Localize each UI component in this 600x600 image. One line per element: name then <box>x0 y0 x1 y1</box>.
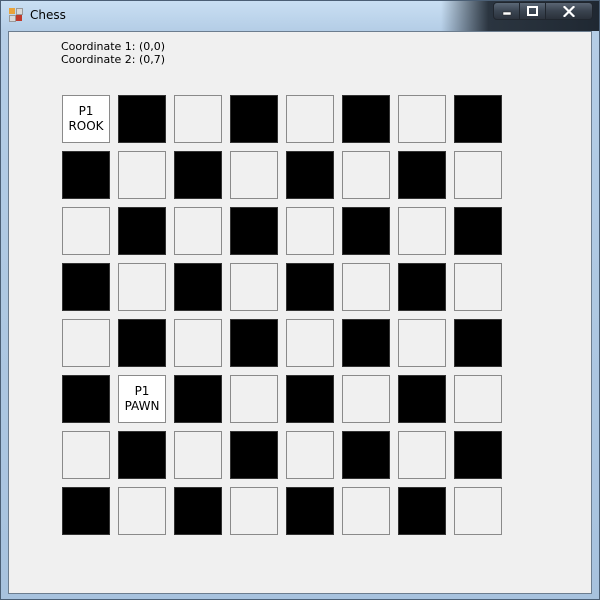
title-bar[interactable]: Chess <box>1 1 599 31</box>
board-square[interactable] <box>398 207 446 255</box>
board-square-piece[interactable]: P1 ROOK <box>62 95 110 143</box>
board-square[interactable] <box>118 431 166 479</box>
board-square[interactable] <box>286 207 334 255</box>
piece-name-label: PAWN <box>124 399 160 413</box>
board-square[interactable] <box>342 151 390 199</box>
board-square[interactable] <box>286 431 334 479</box>
board-square[interactable] <box>454 375 502 423</box>
board-square[interactable] <box>286 151 334 199</box>
window-title: Chess <box>30 8 66 22</box>
board-square[interactable] <box>454 95 502 143</box>
close-button[interactable] <box>546 2 593 20</box>
board-square[interactable] <box>174 319 222 367</box>
board-square[interactable] <box>230 207 278 255</box>
board-square[interactable] <box>454 263 502 311</box>
board-square[interactable] <box>118 263 166 311</box>
board-square[interactable] <box>286 319 334 367</box>
piece-player-label: P1 <box>78 104 94 118</box>
board-square[interactable] <box>342 319 390 367</box>
minimize-button[interactable] <box>493 2 520 20</box>
board-square[interactable] <box>174 487 222 535</box>
board-square[interactable] <box>286 375 334 423</box>
client-area: Coordinate 1: (0,0) Coordinate 2: (0,7) … <box>8 31 592 594</box>
board-square[interactable] <box>454 151 502 199</box>
board-square[interactable] <box>118 151 166 199</box>
board-square[interactable] <box>286 487 334 535</box>
board-square[interactable] <box>174 151 222 199</box>
board-square[interactable] <box>174 263 222 311</box>
board-square[interactable] <box>454 431 502 479</box>
board-square[interactable] <box>62 207 110 255</box>
board-square[interactable] <box>286 95 334 143</box>
board-square[interactable] <box>342 95 390 143</box>
board-square[interactable] <box>230 95 278 143</box>
board-square[interactable] <box>62 151 110 199</box>
board-square[interactable] <box>118 95 166 143</box>
minimize-icon <box>502 11 511 16</box>
board-square[interactable] <box>230 319 278 367</box>
board-square[interactable] <box>118 319 166 367</box>
board-square[interactable] <box>398 487 446 535</box>
coordinate-1-label: Coordinate 1: (0,0) <box>61 40 166 53</box>
board-square[interactable] <box>342 207 390 255</box>
board-square[interactable] <box>174 207 222 255</box>
board-square[interactable] <box>454 207 502 255</box>
board-square[interactable] <box>398 151 446 199</box>
chess-window: Chess Coordinate 1: (0,0) Coordinate 2: … <box>0 0 600 600</box>
board-square[interactable] <box>62 319 110 367</box>
caption-buttons <box>493 2 593 21</box>
board-square[interactable] <box>398 375 446 423</box>
board-square[interactable] <box>230 487 278 535</box>
board-square[interactable] <box>230 431 278 479</box>
app-window-icon <box>9 8 23 22</box>
board-square[interactable] <box>454 487 502 535</box>
board-square-piece[interactable]: P1 PAWN <box>118 375 166 423</box>
board-square[interactable] <box>174 431 222 479</box>
board-square[interactable] <box>342 487 390 535</box>
board-square[interactable] <box>118 207 166 255</box>
board-square[interactable] <box>62 431 110 479</box>
board-square[interactable] <box>342 431 390 479</box>
board-square[interactable] <box>398 319 446 367</box>
close-icon <box>563 5 575 17</box>
board-square[interactable] <box>230 375 278 423</box>
board-square[interactable] <box>398 95 446 143</box>
board-square[interactable] <box>62 263 110 311</box>
board-square[interactable] <box>230 263 278 311</box>
piece-player-label: P1 <box>134 384 150 398</box>
maximize-button[interactable] <box>520 2 546 20</box>
piece-name-label: ROOK <box>68 119 104 133</box>
board-square[interactable] <box>118 487 166 535</box>
board-square[interactable] <box>342 375 390 423</box>
coordinate-2-label: Coordinate 2: (0,7) <box>61 53 166 66</box>
board-square[interactable] <box>174 375 222 423</box>
coordinates-panel: Coordinate 1: (0,0) Coordinate 2: (0,7) <box>61 40 165 66</box>
board-square[interactable] <box>342 263 390 311</box>
maximize-icon <box>527 6 538 16</box>
board-square[interactable] <box>286 263 334 311</box>
board-square[interactable] <box>230 151 278 199</box>
board-square[interactable] <box>62 487 110 535</box>
board-square[interactable] <box>174 95 222 143</box>
board-square[interactable] <box>454 319 502 367</box>
board-square[interactable] <box>398 431 446 479</box>
board-square[interactable] <box>62 375 110 423</box>
board-square[interactable] <box>398 263 446 311</box>
